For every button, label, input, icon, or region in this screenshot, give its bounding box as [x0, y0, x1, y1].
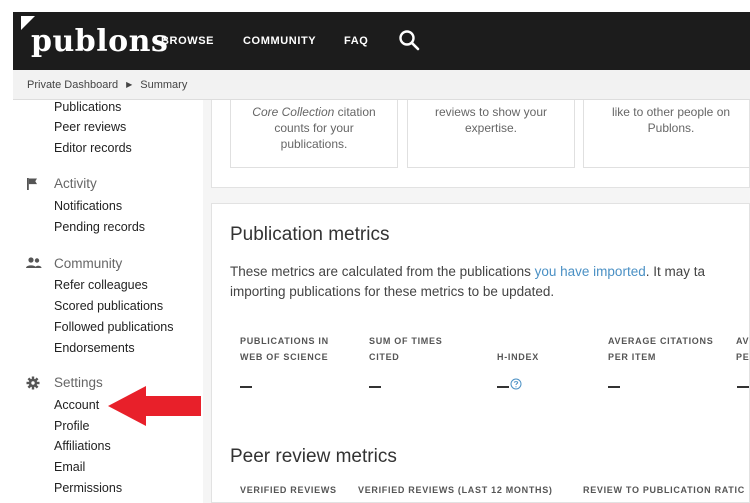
tile-citation-line-3: publications. [280, 137, 348, 151]
sidebar-item-scored-publications[interactable]: Scored publications [54, 299, 163, 313]
desc-text-after: . It may ta [645, 264, 705, 279]
getting-started-card: Core Collection citation counts for your… [211, 100, 750, 188]
help-icon[interactable] [510, 378, 522, 390]
sidebar-item-affiliations[interactable]: Affiliations [54, 439, 111, 453]
breadcrumb-summary: Summary [140, 78, 188, 91]
breadcrumb-separator-icon: ▶ [126, 80, 133, 89]
tile-citation-counts[interactable]: Core Collection citation counts for your… [230, 100, 398, 168]
nav-community[interactable]: COMMUNITY [243, 12, 316, 70]
metric-header-sum-of-times-cited: SUM OF TIMES CITED [369, 333, 442, 365]
desc-text-line-2: importing publications for these metrics… [230, 284, 555, 299]
metric-value-sum-of-times-cited [369, 386, 381, 388]
flag-icon [27, 178, 37, 190]
sidebar-item-profile[interactable]: Profile [54, 419, 89, 433]
metric-header-average-citations: AVERAGE CITATIONS PER ITEM [608, 333, 713, 365]
metric-header-line-2: WEB OF SCIENCE [240, 352, 329, 362]
metric-header-line-2: H-INDEX [497, 352, 539, 362]
tile-citation-line-2: counts for your [274, 121, 354, 135]
sidebar-item-email[interactable]: Email [54, 460, 85, 474]
tile-reviews-line-2: expertise. [464, 121, 518, 135]
metric-header-publications-in-wos: PUBLICATIONS IN WEB OF SCIENCE [240, 333, 329, 365]
metric-header-line-1: SUM OF TIMES [369, 336, 443, 346]
metric-header-line-1: PUBLICATIONS IN [240, 336, 329, 346]
logo-text: publons [31, 23, 169, 59]
sidebar: Publications Peer reviews Editor records… [13, 100, 203, 503]
metric-header-line-2: PE [736, 352, 750, 362]
sidebar-item-followed-publications[interactable]: Followed publications [54, 320, 174, 334]
sidebar-item-endorsements[interactable]: Endorsements [54, 341, 135, 355]
metric-value-publications-in-wos [240, 386, 252, 388]
tile-profile[interactable]: like to other people on Publons. [583, 100, 750, 168]
sidebar-heading-settings: Settings [54, 375, 103, 390]
red-arrow-annotation-icon [108, 386, 201, 426]
tile-profile-line-1: like to other people on [611, 105, 731, 119]
metric-header-line-1: AVERAGE CITATIONS [608, 336, 714, 346]
breadcrumb: Private Dashboard ▶ Summary [13, 70, 750, 100]
metric-value-average-citations [608, 386, 620, 388]
sidebar-item-publications[interactable]: Publications [54, 100, 121, 114]
tile-citation-italic: Core Collection [252, 105, 335, 119]
people-icon [26, 257, 42, 268]
peer-review-metrics-title: Peer review metrics [230, 446, 397, 467]
metric-header-line-2: CITED [369, 352, 400, 362]
nav-browse[interactable]: BROWSE [161, 12, 214, 70]
tile-citation-word: citation [337, 105, 376, 119]
sidebar-item-account[interactable]: Account [54, 398, 99, 412]
gear-icon [26, 376, 40, 390]
sidebar-heading-community: Community [54, 256, 123, 271]
sidebar-item-refer-colleagues[interactable]: Refer colleagues [54, 278, 148, 292]
sidebar-item-notifications[interactable]: Notifications [54, 199, 122, 213]
metric-value-h-index [497, 386, 509, 388]
publication-metrics-title: Publication metrics [230, 224, 390, 245]
nav-faq[interactable]: FAQ [344, 12, 368, 70]
publication-metrics-description: These metrics are calculated from the pu… [230, 262, 750, 302]
metric-header-line-1 [497, 333, 539, 349]
tile-profile-line-2: Publons. [647, 121, 695, 135]
sidebar-item-permissions[interactable]: Permissions [54, 481, 122, 495]
search-icon[interactable] [398, 29, 420, 51]
metric-header-h-index: H-INDEX [497, 333, 539, 365]
sidebar-item-peer-reviews[interactable]: Peer reviews [54, 120, 126, 134]
sidebar-item-editor-records[interactable]: Editor records [54, 141, 132, 155]
sidebar-heading-activity: Activity [54, 176, 97, 191]
metric-header-review-to-publication-ratio: REVIEW TO PUBLICATION RATIC [583, 485, 745, 495]
metric-header-line-2: PER ITEM [608, 352, 657, 362]
metric-value-truncated [737, 386, 749, 388]
metric-header-line-1: AV [736, 336, 750, 346]
desc-text-before: These metrics are calculated from the pu… [230, 264, 535, 279]
metric-header-verified-reviews: VERIFIED REVIEWS [240, 485, 337, 495]
top-navbar: publons BROWSE COMMUNITY FAQ [13, 12, 750, 70]
tile-citation-line-1: Core Collection citation [231, 104, 397, 120]
tile-reviews-line-1: reviews to show your [434, 105, 548, 119]
breadcrumb-private-dashboard[interactable]: Private Dashboard [27, 79, 118, 91]
metric-header-verified-reviews-12m: VERIFIED REVIEWS (LAST 12 MONTHS) [358, 485, 553, 495]
sidebar-item-pending-records[interactable]: Pending records [54, 220, 145, 234]
publons-logo[interactable]: publons [21, 16, 168, 66]
tile-reviews[interactable]: reviews to show your expertise. [407, 100, 575, 168]
you-have-imported-link[interactable]: you have imported [535, 264, 646, 279]
metric-header-truncated: AV PE [736, 333, 749, 365]
